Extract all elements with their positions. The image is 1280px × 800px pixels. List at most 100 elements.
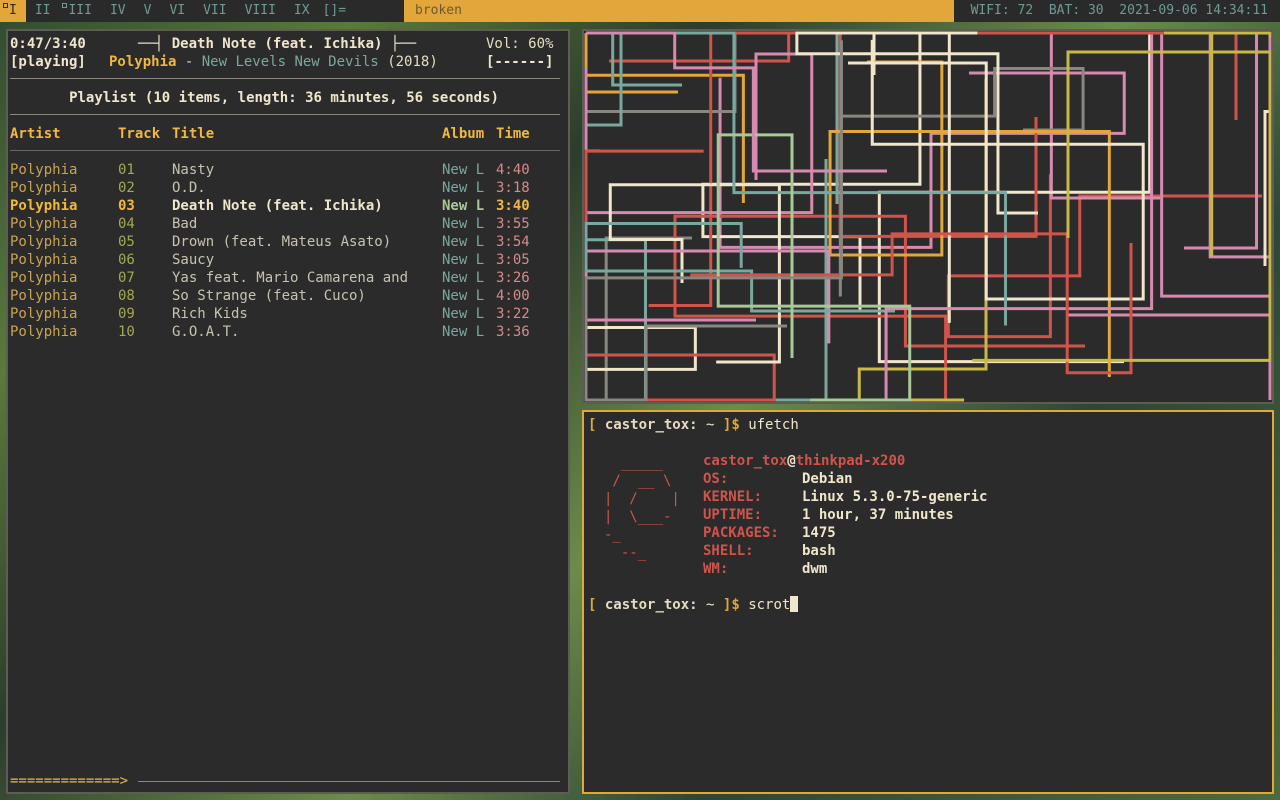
tag-3[interactable]: III <box>59 0 100 22</box>
fetch-host: thinkpad-x200 <box>795 453 906 469</box>
playlist-summary: Playlist (10 items, length: 36 minutes, … <box>69 90 499 106</box>
track-album: New L <box>442 180 485 196</box>
playlist-row[interactable]: Polyphia 02 O.D. New L 3:18 <box>8 179 564 197</box>
track-album: New L <box>442 216 485 232</box>
pipe-segment <box>584 40 843 402</box>
track-track: 10 <box>118 324 135 340</box>
terminal-window[interactable]: [ castor_tox: ~ ]$ ufetch _____ / __ \ | … <box>582 410 1274 794</box>
column-header-album[interactable]: Album <box>442 125 484 143</box>
playlist-row[interactable]: Polyphia 06 Saucy New L 3:05 <box>8 251 564 269</box>
track-title: G.O.A.T. <box>172 324 240 340</box>
track-artist: Polyphia <box>10 234 78 250</box>
track-track: 03 <box>118 198 135 214</box>
track-artist: Polyphia <box>10 180 78 196</box>
fetch-key: WM: <box>703 561 729 577</box>
track-time: 3:05 <box>496 252 530 268</box>
fetch-key: SHELL: <box>703 543 754 559</box>
tag-2[interactable]: II <box>26 0 60 22</box>
elapsed-time: 0:47/3:40 <box>10 36 86 52</box>
tag-7[interactable]: VII <box>194 0 235 22</box>
track-album: New L <box>442 198 485 214</box>
track-time: 3:54 <box>496 234 530 250</box>
tag-6[interactable]: VI <box>160 0 194 22</box>
tag-5[interactable]: V <box>135 0 161 22</box>
prompt-line-2[interactable]: [ castor_tox: ~ ]$ scrot <box>588 596 799 614</box>
track-time: 3:22 <box>496 306 530 322</box>
status-bar: I II III IV V VI VII VIII IX []= broken … <box>0 0 1280 22</box>
now-playing-artist: Polyphia <box>109 54 177 70</box>
divider <box>10 114 560 115</box>
playlist-row[interactable]: Polyphia 04 Bad New L 3:55 <box>8 215 564 233</box>
track-artist: Polyphia <box>10 288 78 304</box>
playlist-row[interactable]: Polyphia 09 Rich Kids New L 3:22 <box>8 305 564 323</box>
pipe-segment <box>838 66 1085 297</box>
track-artist: Polyphia <box>10 252 78 268</box>
track-track: 06 <box>118 252 135 268</box>
track-album: New L <box>442 234 485 250</box>
track-title: So Strange (feat. Cuco) <box>172 288 366 304</box>
layout-symbol[interactable]: []= <box>319 0 358 22</box>
tag-4[interactable]: IV <box>101 0 135 22</box>
column-header-time[interactable]: Time <box>496 125 530 143</box>
prompt-user: castor_tox: <box>604 597 698 613</box>
prompt-user: castor_tox: <box>604 417 698 433</box>
music-player-window[interactable]: 0:47/3:40 ──┤ Death Note (feat. Ichika) … <box>6 29 570 794</box>
column-header-title[interactable]: Title <box>172 125 214 143</box>
pipe-segment <box>977 31 1238 120</box>
playlist-row[interactable]: Polyphia 10 G.O.A.T. New L 3:36 <box>8 323 564 341</box>
fetch-user: castor_tox <box>703 453 788 469</box>
prompt-path: ~ <box>706 597 715 613</box>
pipes-animation <box>584 31 1272 402</box>
tag-8[interactable]: VIII <box>236 0 285 22</box>
title-right-deco: ├── <box>390 36 417 52</box>
track-time: 4:40 <box>496 162 530 178</box>
track-artist: Polyphia <box>10 270 78 286</box>
track-time: 3:36 <box>496 324 530 340</box>
track-title: Yas feat. Mario Camarena and <box>172 270 409 286</box>
fetch-value: 1475 <box>802 525 836 541</box>
playlist-row-current[interactable]: Polyphia 03 Death Note (feat. Ichika) New L… <box>8 197 564 215</box>
track-title: Drown (feat. Mateus Asato) <box>172 234 392 250</box>
pipes-screensaver-window[interactable] <box>582 29 1274 404</box>
tag-1[interactable]: I <box>0 0 26 22</box>
playlist: Polyphia 01 Nasty New L 4:40 Polyphia 02 O.D. Ne… <box>8 161 564 341</box>
playlist-row[interactable]: Polyphia 01 Nasty New L 4:40 <box>8 161 564 179</box>
track-title: O.D. <box>172 180 206 196</box>
track-title: Death Note (feat. Ichika) <box>172 198 383 214</box>
progress-bar[interactable]: =============> <box>10 773 560 789</box>
track-time: 3:55 <box>496 216 530 232</box>
playback-flags: [------] <box>486 54 554 70</box>
playback-state: [playing] <box>10 54 86 70</box>
playlist-row[interactable]: Polyphia 07 Yas feat. Mario Camarena and Ne… <box>8 269 564 287</box>
track-track: 07 <box>118 270 135 286</box>
tag-9[interactable]: IX <box>285 0 319 22</box>
track-artist: Polyphia <box>10 216 78 232</box>
playlist-row[interactable]: Polyphia 05 Drown (feat. Mateus Asato) New … <box>8 233 564 251</box>
fetch-value: Debian <box>802 471 853 487</box>
logo-line: -_ <box>604 527 621 543</box>
track-artist: Polyphia <box>10 306 78 322</box>
column-header-track[interactable]: Track <box>118 125 160 143</box>
progress-filled: =============> <box>10 773 129 789</box>
track-time: 3:40 <box>496 198 530 214</box>
prompt-bracket: [ <box>588 417 597 433</box>
track-track: 02 <box>118 180 135 196</box>
fetch-value: 1 hour, 37 minutes <box>802 507 954 523</box>
volume-indicator: Vol: 60% <box>486 36 554 52</box>
command-input[interactable]: scrot <box>748 597 790 613</box>
prompt-path: ~ <box>706 417 715 433</box>
now-playing-track: Death Note (feat. Ichika) <box>171 36 383 52</box>
logo-line: _____ <box>604 455 664 471</box>
track-album: New L <box>442 162 485 178</box>
command-text: ufetch <box>748 417 799 433</box>
column-header-artist[interactable]: Artist <box>10 125 61 143</box>
track-title: Nasty <box>172 162 215 178</box>
playlist-row[interactable]: Polyphia 08 So Strange (feat. Cuco) New L 4:… <box>8 287 564 305</box>
prompt-bracket: [ <box>588 597 597 613</box>
logo-line: | \___- <box>604 509 672 525</box>
track-track: 05 <box>118 234 135 250</box>
prompt-line-1: [ castor_tox: ~ ]$ ufetch <box>588 416 799 434</box>
info-separator: - <box>176 54 202 70</box>
logo-line: | / | <box>604 491 680 507</box>
divider <box>10 150 560 151</box>
